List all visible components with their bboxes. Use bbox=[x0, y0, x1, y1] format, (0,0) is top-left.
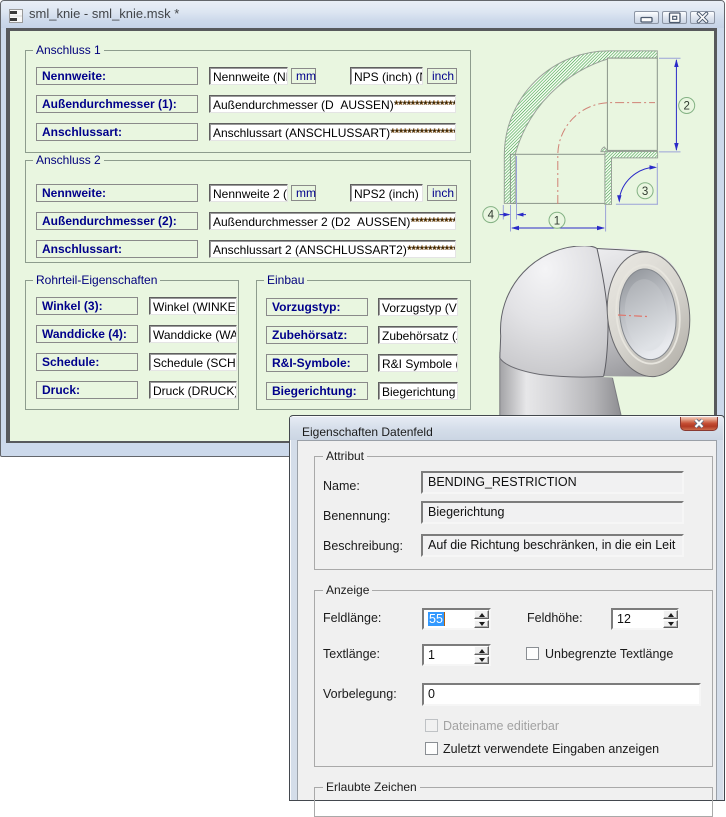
svg-text:1: 1 bbox=[554, 215, 560, 227]
svg-text:4: 4 bbox=[488, 210, 495, 222]
svg-text:3: 3 bbox=[642, 186, 648, 198]
svg-text:2: 2 bbox=[683, 101, 689, 113]
